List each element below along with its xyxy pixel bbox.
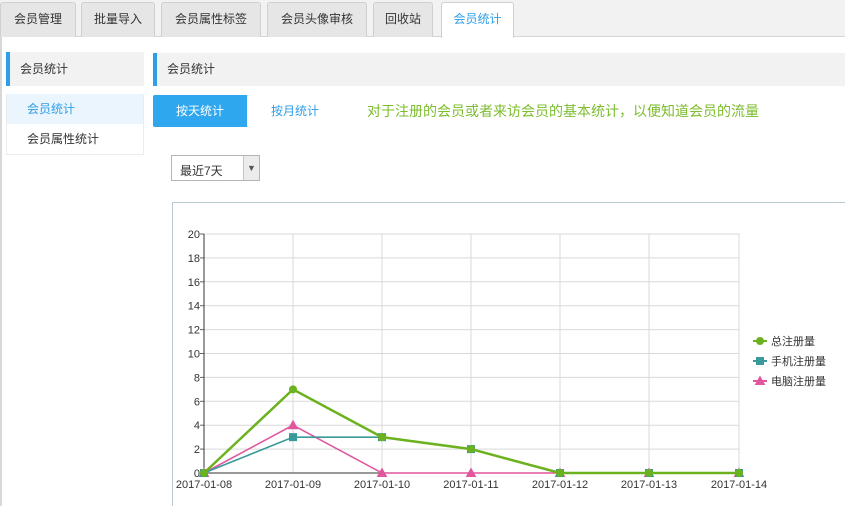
by-day-button[interactable]: 按天统计 [153,95,247,127]
sidebar-item-attribute-statistics[interactable]: 会员属性统计 [7,124,143,154]
stat-mode-toggle: 按天统计 按月统计 [153,95,342,127]
date-range-select[interactable]: 最近7天 ▼ [171,155,260,181]
date-range-value: 最近7天 [180,164,223,178]
tab-member-statistics[interactable]: 会员统计 [441,2,514,38]
tab-bar: 会员管理 批量导入 会员属性标签 会员头像审核 回收站 会员统计 [0,0,845,38]
legend-marker [756,337,764,345]
by-month-button[interactable]: 按月统计 [248,95,342,127]
x-tick-label: 2017-01-11 [443,479,498,491]
data-point-0 [556,469,564,477]
sidebar-list: 会员统计 会员属性统计 [6,94,144,155]
tab-member-attribute-tags[interactable]: 会员属性标签 [161,2,261,37]
y-tick-label: 6 [194,396,200,408]
tab-avatar-review[interactable]: 会员头像审核 [267,2,367,37]
x-tick-label: 2017-01-12 [532,479,588,491]
data-point-0 [735,469,743,477]
data-point-0 [467,445,475,454]
tab-recycle-bin[interactable]: 回收站 [373,2,433,37]
y-tick-label: 18 [188,253,200,265]
legend-label: 手机注册量 [771,354,826,368]
data-point-0 [645,469,653,477]
x-tick-label: 2017-01-09 [265,479,321,491]
data-point-0 [200,469,208,477]
sidebar-item-member-statistics[interactable]: 会员统计 [7,94,143,124]
legend-label: 电脑注册量 [771,374,826,388]
sidebar-title: 会员统计 [6,52,144,86]
page-title: 会员统计 [153,53,845,86]
y-tick-label: 8 [194,372,200,384]
y-tick-label: 20 [188,229,200,241]
description-text: 对于注册的会员或者来访会员的基本统计，以便知道会员的流量 [367,103,759,119]
x-tick-label: 2017-01-13 [621,479,677,491]
y-tick-label: 2 [194,444,200,456]
chart-container: 0 2 4 6 8 10 12 14 16 18 20 2017-01-08 2017-01-09 201… [172,202,845,506]
sidebar: 会员统计 会员统计 会员属性统计 [6,52,144,155]
tab-batch-import[interactable]: 批量导入 [81,2,155,37]
y-tick-label: 16 [188,277,200,289]
line-chart: 024681012141618202017-01-08 2017-01-09 201… [176,229,826,491]
legend-label: 总注册量 [771,334,815,348]
x-tick-label: 2017-01-10 [354,479,410,491]
tab-member-management[interactable]: 会员管理 [0,2,76,37]
chevron-down-icon[interactable]: ▼ [243,156,259,180]
y-tick-label: 12 [188,325,200,337]
y-tick-label: 14 [188,301,200,313]
y-tick-label: 10 [188,349,200,361]
legend-marker [756,357,764,365]
data-point-0 [289,385,297,394]
data-point-0 [378,433,386,442]
left-border [0,37,2,506]
x-tick-label: 2017-01-08 [176,479,232,491]
x-tick-label: 2017-01-14 [711,479,767,491]
data-point-1 [289,433,297,442]
y-tick-label: 4 [194,420,200,432]
